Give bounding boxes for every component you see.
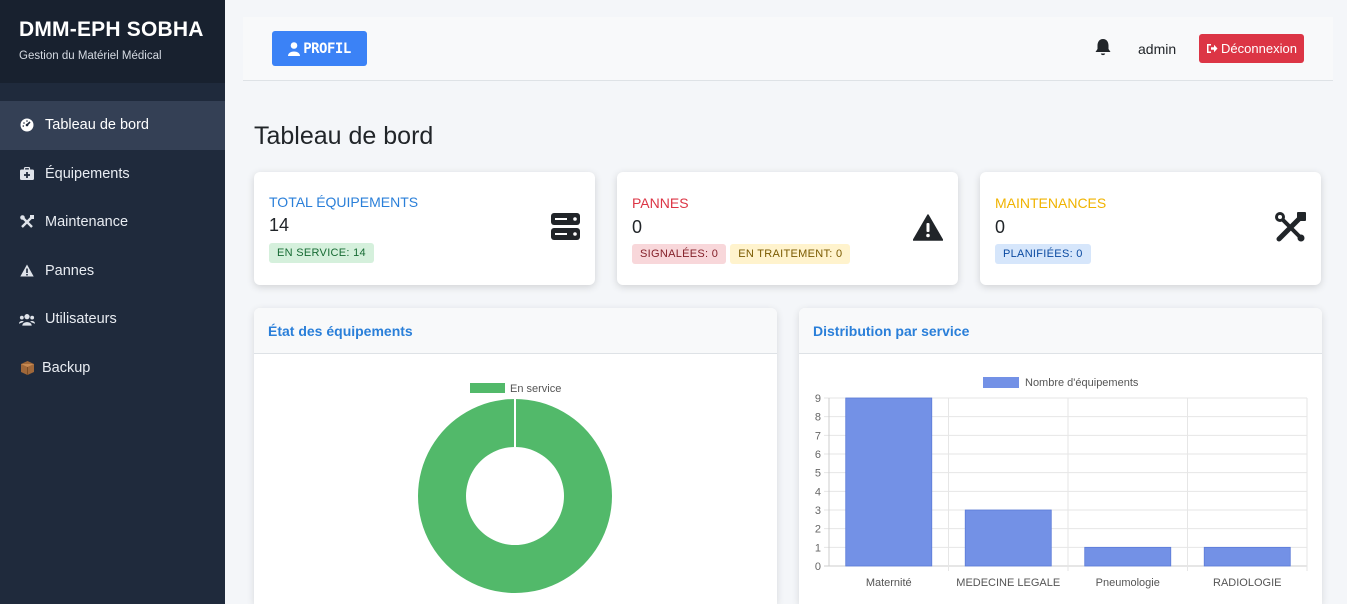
bar-chart: Nombre d'équipements 0 1 2 3 4 5 6 7 8 9 Maternité… <box>815 377 1308 589</box>
users-icon <box>19 311 35 327</box>
sidebar-item-label: Utilisateurs <box>45 311 117 328</box>
badge-group: SIGNALÉES: 0 EN TRAITEMENT: 0 <box>632 244 851 264</box>
x-tick-label: RADIOLOGIE <box>1213 577 1281 589</box>
bar[interactable] <box>1203 546 1291 567</box>
logout-button-label: Déconnexion <box>1221 41 1297 56</box>
stat-value: 0 <box>995 217 1006 237</box>
y-tick-label: 4 <box>815 486 821 498</box>
sidebar-item-label: Pannes <box>45 262 95 279</box>
sidebar-item-label: Équipements <box>45 165 130 182</box>
y-tick-label: 5 <box>815 468 821 480</box>
x-tick-label: MEDECINE LEGALE <box>956 577 1060 589</box>
profile-button-label: PROFIL <box>303 40 351 57</box>
legend-label: Nombre d'équipements <box>1025 377 1139 389</box>
x-tick-label: Maternité <box>866 577 912 589</box>
bar[interactable] <box>1084 546 1172 567</box>
sidebar-item-tableau-de-bord[interactable]: Tableau de bord <box>0 101 225 150</box>
sidebar-item-utilisateurs[interactable]: Utilisateurs <box>0 295 225 344</box>
stat-card-maintenances: MAINTENANCES 0 PLANIFIÉES: 0 <box>980 172 1321 285</box>
stat-label: MAINTENANCES <box>995 195 1107 211</box>
status-badge-planifiees: PLANIFIÉES: 0 <box>995 244 1091 264</box>
y-tick-label: 6 <box>815 449 821 461</box>
legend-label: En service <box>510 383 561 395</box>
stat-card-pannes: PANNES 0 SIGNALÉES: 0 EN TRAITEMENT: 0 <box>617 172 958 285</box>
sidebar-item-label: Maintenance <box>45 214 129 231</box>
stat-value: 0 <box>632 217 643 237</box>
server-icon <box>551 212 580 246</box>
brand-subtitle: Gestion du Matériel Médical <box>19 50 162 62</box>
bell-icon[interactable] <box>1094 38 1112 62</box>
stat-value: 14 <box>269 215 290 235</box>
box-icon <box>19 360 35 376</box>
y-tick-label: 7 <box>815 430 821 442</box>
sidebar-item-maintenance[interactable]: Maintenance <box>0 198 225 247</box>
sidebar-nav: Tableau de bord Équipements Maintenance … <box>0 101 225 392</box>
username: admin <box>1138 41 1177 57</box>
y-tick-label: 1 <box>815 542 821 554</box>
tools-icon <box>19 214 35 230</box>
x-tick-label: Pneumologie <box>1096 577 1160 589</box>
bar[interactable] <box>964 509 1052 567</box>
medkit-icon <box>19 166 35 182</box>
dashboard-icon <box>19 117 35 133</box>
brand-title: DMM-EPH SOBHA <box>19 18 204 41</box>
tools-icon <box>1275 212 1306 248</box>
y-tick-label: 2 <box>815 524 821 536</box>
sidebar-item-equipements[interactable]: Équipements <box>0 150 225 199</box>
bar[interactable] <box>845 397 933 567</box>
doughnut-chart: En service <box>417 383 612 593</box>
sidebar: DMM-EPH SOBHA Gestion du Matériel Médica… <box>0 0 225 604</box>
sidebar-item-label: Backup <box>42 359 91 376</box>
y-tick-label: 0 <box>815 561 821 573</box>
sidebar-item-backup[interactable]: Backup <box>0 344 225 393</box>
stat-card-equipements: TOTAL ÉQUIPEMENTS 14 EN SERVICE: 14 <box>254 172 595 285</box>
legend-swatch <box>983 377 1019 388</box>
sidebar-item-label: Tableau de bord <box>45 117 149 134</box>
warning-triangle-icon <box>912 214 944 246</box>
panel-title: État des équipements <box>254 308 777 354</box>
panel-title: Distribution par service <box>799 308 1322 354</box>
sidebar-item-pannes[interactable]: Pannes <box>0 247 225 296</box>
logout-button[interactable]: Déconnexion <box>1199 34 1304 63</box>
page-title: Tableau de bord <box>254 122 434 150</box>
stat-label: PANNES <box>632 195 689 211</box>
panel-etat-equipements: État des équipements En service <box>254 308 777 604</box>
user-icon <box>288 41 301 56</box>
y-tick-label: 8 <box>815 412 821 424</box>
panel-distribution-service: Distribution par service Nombre d'équipe… <box>799 308 1322 604</box>
warning-icon <box>19 263 35 279</box>
y-tick-label: 3 <box>815 505 821 517</box>
badge-group: PLANIFIÉES: 0 <box>995 244 1091 264</box>
y-tick-label: 9 <box>815 393 821 405</box>
badge-group: EN SERVICE: 14 <box>269 243 374 263</box>
profile-button[interactable]: PROFIL <box>272 31 367 66</box>
stat-label: TOTAL ÉQUIPEMENTS <box>269 194 419 210</box>
sign-out-icon <box>1207 44 1218 53</box>
status-badge-en-service: EN SERVICE: 14 <box>269 243 374 263</box>
status-badge-signalees: SIGNALÉES: 0 <box>632 244 727 264</box>
status-badge-en-traitement: EN TRAITEMENT: 0 <box>730 244 851 264</box>
topbar: PROFIL admin Déconnexion <box>243 17 1333 81</box>
legend-swatch <box>470 383 505 393</box>
brand: DMM-EPH SOBHA Gestion du Matériel Médica… <box>0 0 225 83</box>
